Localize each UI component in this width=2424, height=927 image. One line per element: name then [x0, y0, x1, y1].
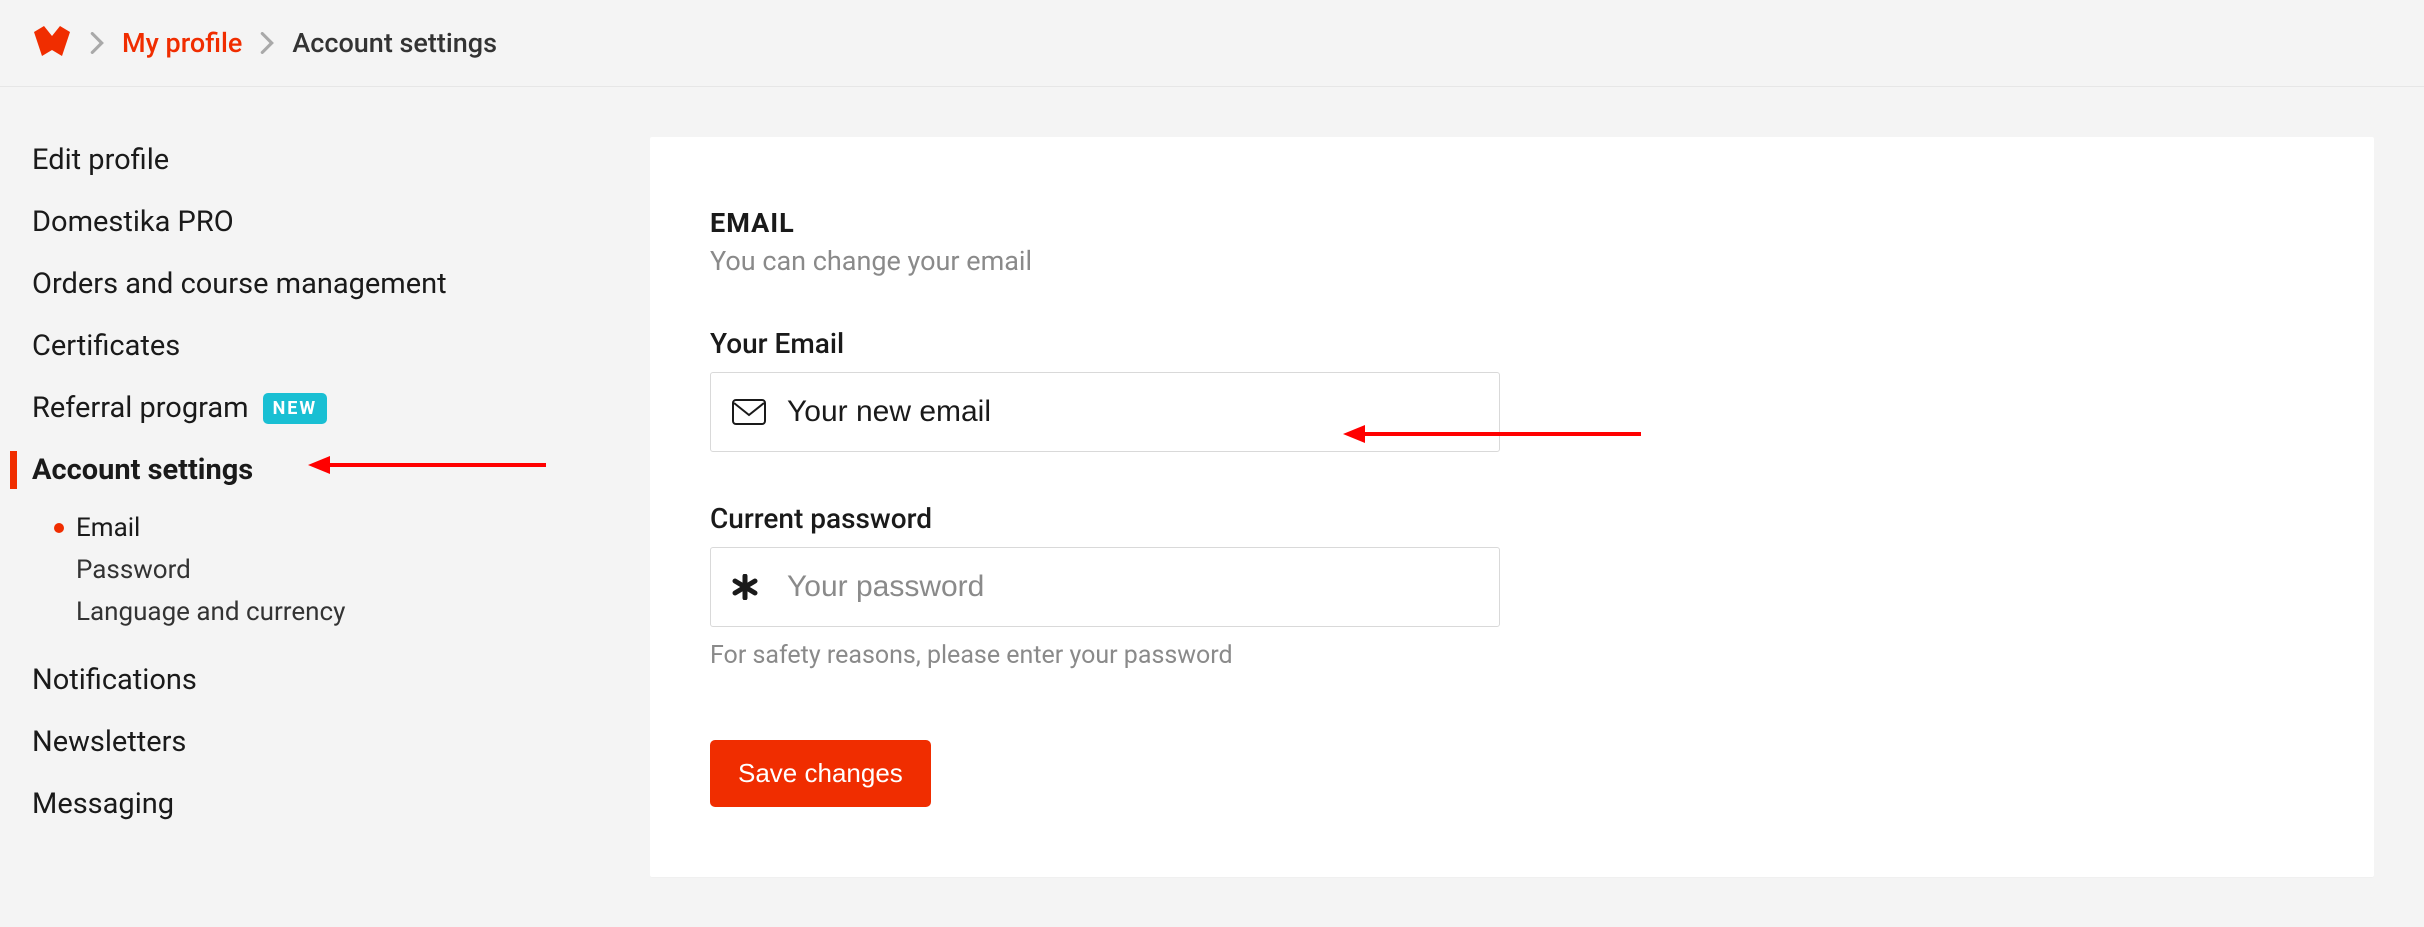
sidebar-item-referral[interactable]: Referral program NEW	[32, 385, 630, 431]
sub-item-label: Language and currency	[76, 597, 345, 627]
email-input-wrap	[710, 372, 1500, 452]
chevron-right-icon	[260, 32, 274, 54]
password-input-wrap	[710, 547, 1500, 627]
envelope-icon	[732, 399, 766, 425]
sidebar-item-label: Referral program	[32, 391, 249, 425]
sidebar-item-certificates[interactable]: Certificates	[32, 323, 630, 369]
password-field[interactable]	[710, 547, 1500, 627]
dot-icon	[54, 565, 64, 575]
email-field[interactable]	[710, 372, 1500, 452]
chevron-right-icon	[90, 32, 104, 54]
sidebar-item-edit-profile[interactable]: Edit profile	[32, 137, 630, 183]
sub-item-language-currency[interactable]: Language and currency	[54, 597, 630, 627]
sidebar-item-messaging[interactable]: Messaging	[32, 781, 630, 827]
breadcrumb-account-settings: Account settings	[292, 27, 497, 59]
sidebar-item-newsletters[interactable]: Newsletters	[32, 719, 630, 765]
password-help-text: For safety reasons, please enter your pa…	[710, 641, 2314, 670]
active-dot-icon	[54, 523, 64, 533]
sub-item-label: Password	[76, 555, 191, 585]
sidebar-item-domestika-pro[interactable]: Domestika PRO	[32, 199, 630, 245]
sub-item-email[interactable]: Email	[54, 513, 630, 543]
email-settings-panel: EMAIL You can change your email Your Ema…	[650, 137, 2374, 877]
settings-sidebar: Edit profile Domestika PRO Orders and co…	[10, 137, 630, 877]
section-subtitle: You can change your email	[710, 245, 2314, 277]
sub-item-label: Email	[76, 513, 140, 543]
sidebar-item-notifications[interactable]: Notifications	[32, 657, 630, 703]
sub-item-password[interactable]: Password	[54, 555, 630, 585]
email-label: Your Email	[710, 327, 2314, 360]
section-title: EMAIL	[710, 207, 2314, 239]
password-label: Current password	[710, 502, 2314, 535]
sidebar-item-orders[interactable]: Orders and course management	[32, 261, 630, 307]
new-badge: NEW	[263, 393, 328, 424]
save-button[interactable]: Save changes	[710, 740, 931, 807]
account-sub-nav: Email Password Language and currency	[32, 513, 630, 627]
logo-icon[interactable]	[32, 26, 72, 60]
breadcrumb-my-profile[interactable]: My profile	[122, 27, 242, 59]
breadcrumb: My profile Account settings	[0, 0, 2424, 87]
asterisk-icon	[732, 574, 758, 600]
dot-icon	[54, 607, 64, 617]
sidebar-item-account-settings[interactable]: Account settings	[32, 447, 630, 493]
